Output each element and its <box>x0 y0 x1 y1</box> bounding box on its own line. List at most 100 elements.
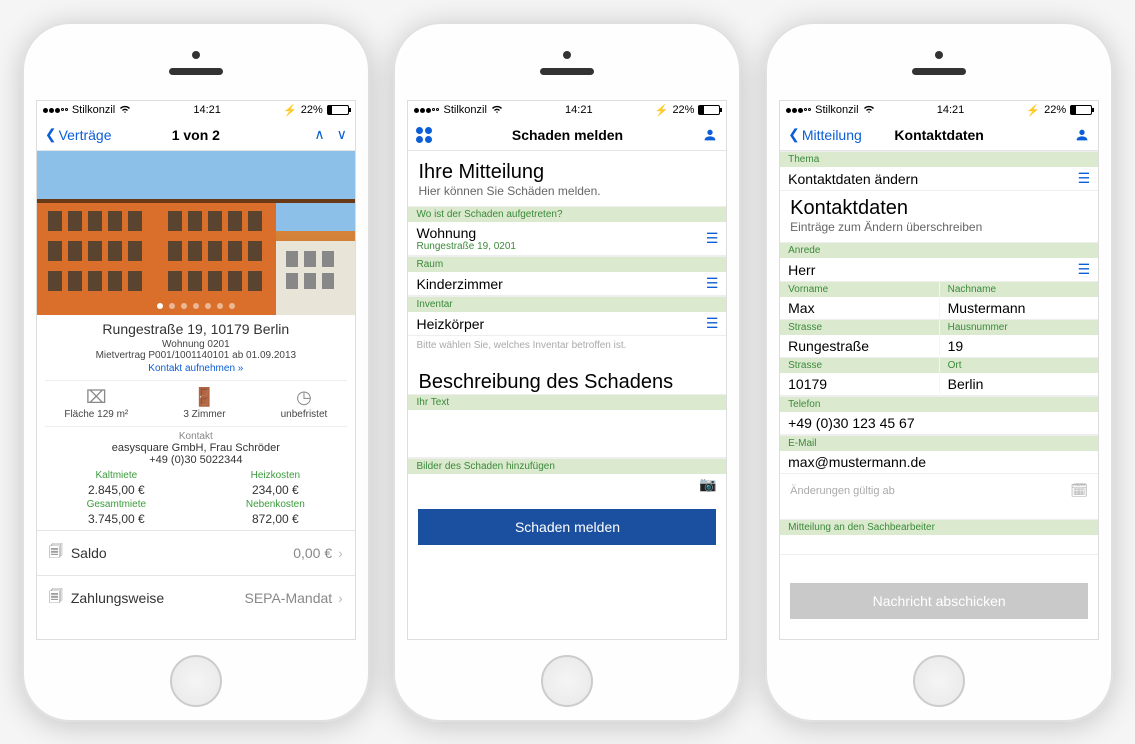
contact-link[interactable]: Kontakt aufnehmen » <box>37 361 355 380</box>
gesamt-label: Gesamtmiete <box>37 499 196 510</box>
screen-2: Stilkonzil 14:21 ⚡ 22% Schaden melden Ih… <box>407 100 727 640</box>
description-input[interactable] <box>408 410 726 458</box>
screen-1: Stilkonzil 14:21 ⚡ 22% ❮ Verträge 1 von … <box>36 100 356 640</box>
home-button[interactable] <box>913 655 965 707</box>
where-picker[interactable]: Wohnung Rungestraße 19, 0201 ☰ <box>408 222 726 256</box>
contract-label: Mietvertrag P001/1001140101 ab 01.09.201… <box>37 350 355 361</box>
heading-kontaktdaten: Kontaktdaten <box>780 191 1098 220</box>
front-camera <box>192 51 200 59</box>
where-label: Wo ist der Schaden aufgetreten? <box>408 206 726 222</box>
carrier-label: Stilkonzil <box>443 104 486 116</box>
chevron-left-icon: ❮ <box>45 126 57 143</box>
kontakt-block: Kontakt easysquare GmbH, Frau Schröder +… <box>37 427 355 466</box>
anrede-picker[interactable]: Herr ☰ <box>780 258 1098 282</box>
msg-label: Mitteilung an den Sachbearbeiter <box>780 519 1098 535</box>
nachname-input[interactable]: Mustermann <box>940 297 1099 320</box>
vorname-label: Vorname <box>780 282 939 297</box>
gueltig-row[interactable]: Änderungen gültig ab 🗓 <box>780 474 1098 507</box>
floorplan-icon: ⌧ <box>64 387 128 409</box>
hausnr-label: Hausnummer <box>940 320 1099 335</box>
neben-label: Nebenkosten <box>196 499 355 510</box>
area-label: Fläche 129 m² <box>64 409 128 420</box>
kontakt-phone: +49 (0)30 5022344 <box>37 454 355 466</box>
status-right: ⚡ 22% <box>283 104 349 117</box>
vorname-value: Max <box>788 300 814 316</box>
nav-title: Kontaktdaten <box>894 127 983 143</box>
signal-dots-icon <box>786 108 811 113</box>
door-icon: 🚪 <box>183 387 225 409</box>
inv-label: Inventar <box>408 296 726 312</box>
strasse-value: Rungestraße <box>788 338 869 354</box>
add-photo-button[interactable]: 📷 <box>408 474 726 495</box>
status-bar: Stilkonzil 14:21 ⚡ 22% <box>780 101 1098 119</box>
nav-bar: ❮ Verträge 1 von 2 ∧ ∨ <box>37 119 355 151</box>
heading-sub: Einträge zum Ändern überschreiben <box>780 220 1098 242</box>
heading-mitteilung: Ihre Mitteilung <box>408 151 726 184</box>
nachname-value: Mustermann <box>948 300 1026 316</box>
kontakt-name: easysquare GmbH, Frau Schröder <box>37 442 355 454</box>
front-camera <box>935 51 943 59</box>
strasse-label: Strasse <box>780 320 939 335</box>
anrede-label: Anrede <box>780 242 1098 258</box>
row-saldo[interactable]: 🗐Saldo 0,00 €› <box>37 530 355 575</box>
room-label: Raum <box>408 256 726 272</box>
mail-input[interactable]: max@mustermann.de <box>780 451 1098 474</box>
speaker <box>540 68 594 75</box>
facts-row: ⌧ Fläche 129 m² 🚪 3 Zimmer ◷ unbefristet <box>37 381 355 426</box>
property-photo[interactable] <box>37 151 355 315</box>
apps-button[interactable] <box>416 127 432 143</box>
room-picker[interactable]: Kinderzimmer ☰ <box>408 272 726 296</box>
profile-button[interactable] <box>1074 127 1090 143</box>
status-left: Stilkonzil <box>43 104 131 117</box>
mail-value: max@mustermann.de <box>788 454 926 470</box>
user-icon <box>702 127 718 143</box>
status-bar: Stilkonzil 14:21 ⚡ 22% <box>37 101 355 119</box>
back-label: Mitteilung <box>802 127 862 143</box>
back-button[interactable]: ❮ Verträge <box>45 126 112 143</box>
list-icon: ☰ <box>1078 170 1091 187</box>
building-illustration <box>37 151 355 315</box>
ort-value: Berlin <box>948 376 984 392</box>
back-label: Verträge <box>59 127 112 143</box>
prev-button[interactable]: ∧ <box>314 126 324 143</box>
fact-term: ◷ unbefristet <box>281 387 328 420</box>
user-icon <box>1074 127 1090 143</box>
clock-label: 14:21 <box>937 104 965 116</box>
inv-picker[interactable]: Heizkörper ☰ <box>408 312 726 336</box>
inv-hint: Bitte wählen Sie, welches Inventar betro… <box>408 336 726 355</box>
nav-right: ∧ ∨ <box>314 126 347 143</box>
strasse-input[interactable]: Rungestraße <box>780 335 939 358</box>
heiz-value: 234,00 € <box>196 483 355 497</box>
heading-description: Beschreibung des Schadens <box>408 355 726 394</box>
phone-contact-data: Stilkonzil 14:21 ⚡ 22% ❮ Mitteilung Kont… <box>765 22 1113 722</box>
receipt-icon: 🗐 <box>49 541 63 565</box>
home-button[interactable] <box>170 655 222 707</box>
pager-dots[interactable] <box>157 303 235 309</box>
term-label: unbefristet <box>281 409 328 420</box>
next-button[interactable]: ∨ <box>337 126 347 143</box>
submit-contact-button[interactable]: Nachricht abschicken <box>790 583 1088 619</box>
heiz-label: Heizkosten <box>196 470 355 481</box>
home-button[interactable] <box>541 655 593 707</box>
battery-label: 22% <box>672 104 694 116</box>
battery-icon <box>327 105 349 115</box>
battery-label: 22% <box>301 104 323 116</box>
submit-damage-button[interactable]: Schaden melden <box>418 509 716 545</box>
profile-button[interactable] <box>702 127 718 143</box>
saldo-value: 0,00 € <box>293 545 332 561</box>
tel-input[interactable]: +49 (0)30 123 45 67 <box>780 412 1098 435</box>
thema-picker[interactable]: Kontaktdaten ändern ☰ <box>780 167 1098 191</box>
plz-input[interactable]: 10179 <box>780 373 939 396</box>
vorname-input[interactable]: Max <box>780 297 939 320</box>
fact-area: ⌧ Fläche 129 m² <box>64 387 128 420</box>
hausnr-input[interactable]: 19 <box>940 335 1099 358</box>
screen-3: Stilkonzil 14:21 ⚡ 22% ❮ Mitteilung Kont… <box>779 100 1099 640</box>
msg-input[interactable] <box>780 535 1098 555</box>
row-zahlungsweise[interactable]: 🗐Zahlungsweise SEPA-Mandat› <box>37 575 355 620</box>
back-button[interactable]: ❮ Mitteilung <box>788 126 862 143</box>
thema-value: Kontaktdaten ändern <box>788 171 918 187</box>
list-icon: ☰ <box>706 315 719 332</box>
nav-bar: ❮ Mitteilung Kontaktdaten <box>780 119 1098 151</box>
ort-input[interactable]: Berlin <box>940 373 1099 396</box>
kalt-label: Kaltmiete <box>37 470 196 481</box>
